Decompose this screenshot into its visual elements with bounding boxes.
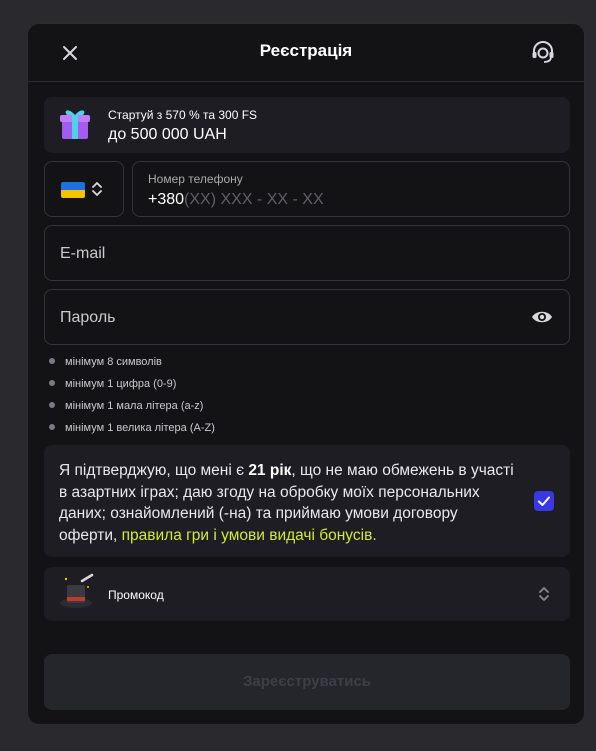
- email-field[interactable]: E-mail: [44, 225, 570, 281]
- phone-prefix: +380: [148, 191, 185, 208]
- chevron-up-down-icon: [538, 585, 550, 603]
- magic-hat-icon: [58, 573, 96, 613]
- list-item: мінімум 1 мала літера (a-z): [48, 399, 215, 421]
- phone-field[interactable]: Номер телефону +380(XX) XXX - XX - XX: [132, 161, 570, 217]
- chevron-up-down-icon: [91, 180, 103, 198]
- support-headset-icon[interactable]: [529, 39, 557, 67]
- bonus-amount: до 500 000 UAH: [108, 126, 227, 143]
- age-requirement: 21 рік: [248, 462, 292, 479]
- password-rules-list: мінімум 8 символів мінімум 1 цифра (0-9)…: [48, 355, 215, 443]
- bonus-headline: Стартуй з 570 % та 300 FS: [108, 108, 258, 122]
- consent-checkbox[interactable]: [534, 491, 554, 511]
- gift-icon: [58, 105, 92, 141]
- country-code-select[interactable]: [44, 161, 124, 217]
- ukraine-flag-icon: [61, 182, 85, 198]
- check-icon: [538, 496, 550, 506]
- list-item: мінімум 8 символів: [48, 355, 215, 377]
- consent-box: Я підтверджую, що мені є 21 рік, що не м…: [44, 445, 570, 557]
- registration-modal: Реєстрація Стартуй з 570 % та 300 FS до …: [27, 23, 585, 725]
- bonus-terms-link[interactable]: умови видачі бонусів: [221, 527, 372, 544]
- phone-input[interactable]: +380(XX) XXX - XX - XX: [148, 191, 324, 209]
- game-rules-link[interactable]: правила гри: [122, 527, 209, 544]
- promo-code-label: Промокод: [108, 588, 164, 602]
- password-field[interactable]: Пароль: [44, 289, 570, 345]
- modal-header: Реєстрація: [28, 24, 584, 82]
- page-title: Реєстрація: [259, 41, 353, 60]
- list-item: мінімум 1 цифра (0-9): [48, 377, 215, 399]
- phone-placeholder: (XX) XXX - XX - XX: [184, 191, 324, 208]
- password-placeholder: Пароль: [60, 309, 116, 326]
- promo-code-toggle[interactable]: Промокод: [44, 567, 570, 621]
- register-button[interactable]: Зареєструватись: [44, 654, 570, 710]
- list-item: мінімум 1 велика літера (A-Z): [48, 421, 215, 443]
- eye-icon[interactable]: [531, 307, 553, 327]
- welcome-bonus-banner: Стартуй з 570 % та 300 FS до 500 000 UAH: [44, 97, 570, 153]
- phone-label: Номер телефону: [148, 172, 243, 186]
- consent-text: Я підтверджую, що мені є 21 рік, що не м…: [59, 462, 514, 544]
- email-placeholder: E-mail: [60, 245, 106, 262]
